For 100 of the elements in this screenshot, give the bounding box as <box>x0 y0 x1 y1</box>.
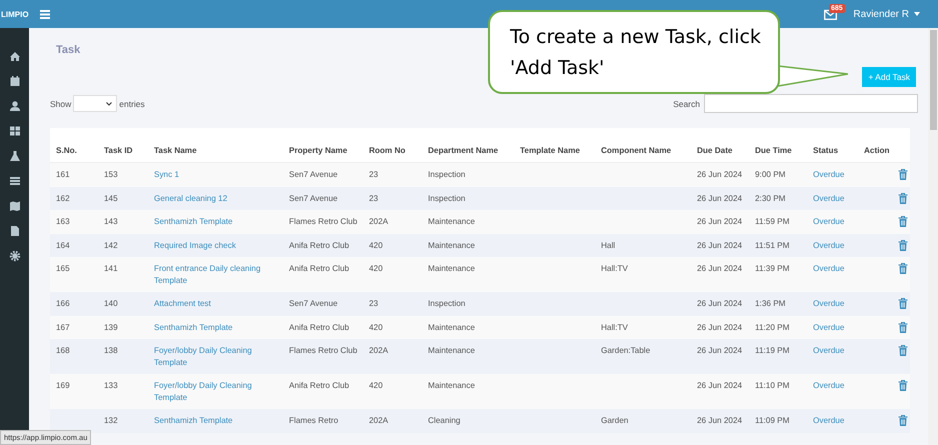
table-cell: 420 <box>363 316 422 339</box>
table-cell: Anifa Retro Club <box>283 374 363 409</box>
table-cell: Garden <box>595 409 691 432</box>
delete-icon[interactable] <box>898 380 908 391</box>
table-cell: 153 <box>98 162 148 186</box>
caret-icon <box>914 12 920 16</box>
delete-icon[interactable] <box>898 415 908 426</box>
dashboard-icon[interactable] <box>8 125 20 137</box>
column-header[interactable]: Department Name <box>422 128 514 162</box>
column-header[interactable]: S.No. <box>50 128 98 162</box>
table-cell: Maintenance <box>422 257 514 292</box>
table-cell: Maintenance <box>422 339 514 374</box>
table-cell: Cleaning <box>422 409 514 432</box>
search-field[interactable] <box>704 94 918 113</box>
table-cell: 26 Jun 2024 <box>691 374 749 409</box>
table-cell: 26 Jun 2024 <box>691 292 749 316</box>
table-cell: Flames Retro Club <box>283 339 363 374</box>
table-cell: 132 <box>98 409 148 432</box>
table-cell: 11:39 PM <box>749 257 807 292</box>
table-cell: Sen7 Avenue <box>283 162 363 186</box>
delete-icon[interactable] <box>898 240 908 250</box>
table-cell: 420 <box>363 234 422 257</box>
delete-icon[interactable] <box>898 298 908 309</box>
table-cell: 167 <box>50 316 98 339</box>
page-title: Task <box>56 44 82 56</box>
table-cell: Flames Retro Club <box>283 210 363 234</box>
table-cell: 163 <box>50 210 98 234</box>
column-header[interactable]: Room No <box>363 128 422 162</box>
table-cell: Sen7 Avenue <box>283 186 363 210</box>
delete-icon[interactable] <box>898 169 908 180</box>
table-cell: Hall:TV <box>595 316 691 339</box>
column-header[interactable]: Task ID <box>98 128 148 162</box>
table-cell: 141 <box>98 257 148 292</box>
column-header[interactable]: Due Time <box>749 128 807 162</box>
table-cell: 2:30 PM <box>749 186 807 210</box>
scrollbar[interactable] <box>928 28 938 445</box>
table-cell: Garden:Table <box>595 339 691 374</box>
table-cell: 11:10 PM <box>749 374 807 409</box>
show-label: Show <box>50 98 72 108</box>
table-cell: Inspection <box>422 186 514 210</box>
column-header[interactable]: Status <box>807 128 858 162</box>
table-cell: Maintenance <box>422 234 514 257</box>
calendar-icon[interactable] <box>8 75 20 87</box>
table-cell: 26 Jun 2024 <box>691 234 749 257</box>
list-icon[interactable] <box>8 175 20 187</box>
column-header[interactable]: Property Name <box>283 128 363 162</box>
table-cell: 26 Jun 2024 <box>691 186 749 210</box>
add-task-button[interactable]: + Add Task <box>862 67 916 87</box>
table-cell: 1:36 PM <box>749 292 807 316</box>
table-cell: Anifa Retro Club <box>283 234 363 257</box>
table-cell: 142 <box>98 234 148 257</box>
table-cell: 11:19 PM <box>749 339 807 374</box>
table-cell: 143 <box>98 210 148 234</box>
settings-icon[interactable] <box>8 250 20 262</box>
home-icon[interactable] <box>8 50 20 62</box>
user-icon[interactable] <box>8 100 20 112</box>
delete-icon[interactable] <box>898 263 908 274</box>
map-icon[interactable] <box>8 200 20 212</box>
brand-logo: LIMPIO <box>0 10 30 18</box>
document-icon[interactable] <box>8 225 20 237</box>
table-cell: 162 <box>50 186 98 210</box>
lab-icon[interactable] <box>8 150 20 162</box>
column-header[interactable]: Action <box>858 128 910 162</box>
column-header[interactable]: Component Name <box>595 128 691 162</box>
user-menu[interactable]: Raviender R <box>853 8 920 20</box>
entries-label: entries <box>119 98 145 108</box>
table-cell: Flames Retro <box>283 409 363 432</box>
table-cell: Hall <box>595 234 691 257</box>
column-header[interactable]: Template Name <box>514 128 595 162</box>
table-cell: 202A <box>363 409 422 432</box>
table-cell: 23 <box>363 186 422 210</box>
table-cell: 23 <box>363 162 422 186</box>
table-cell: 164 <box>50 234 98 257</box>
table-cell: 140 <box>98 292 148 316</box>
table-cell: 11:51 PM <box>749 234 807 257</box>
table-cell: Inspection <box>422 292 514 316</box>
table-cell: 202A <box>363 339 422 374</box>
table-cell: 166 <box>50 292 98 316</box>
mail-icon[interactable] <box>824 8 838 20</box>
table-cell: 26 Jun 2024 <box>691 409 749 432</box>
table-cell: 138 <box>98 339 148 374</box>
table-cell: 420 <box>363 257 422 292</box>
table-cell: 26 Jun 2024 <box>691 162 749 186</box>
table-cell: 11:09 PM <box>749 409 807 432</box>
table-cell: Maintenance <box>422 210 514 234</box>
search-label: Search <box>673 98 700 108</box>
table-cell: Anifa Retro Club <box>283 316 363 339</box>
table-cell: 145 <box>98 186 148 210</box>
delete-icon[interactable] <box>898 216 908 227</box>
table-cell: 23 <box>363 292 422 316</box>
delete-icon[interactable] <box>898 322 908 332</box>
delete-icon[interactable] <box>898 192 908 204</box>
delete-icon[interactable] <box>898 345 908 356</box>
column-header[interactable]: Due Date <box>691 128 749 162</box>
callout-bubble: To create a new Task, click 'Add Task' <box>488 10 780 94</box>
column-header[interactable]: Task Name <box>148 128 283 162</box>
table-cell: Maintenance <box>422 374 514 409</box>
table-cell: 133 <box>98 374 148 409</box>
menu-icon[interactable] <box>40 10 50 18</box>
table-cell: 26 Jun 2024 <box>691 316 749 339</box>
